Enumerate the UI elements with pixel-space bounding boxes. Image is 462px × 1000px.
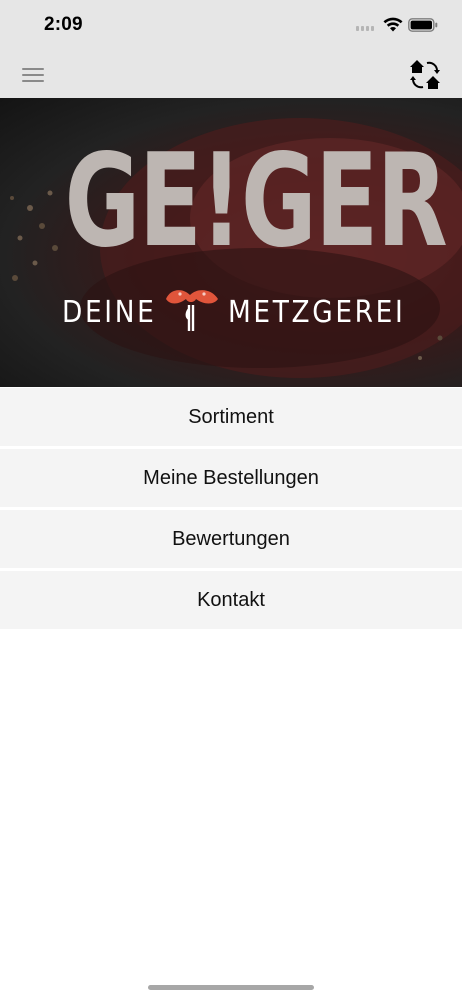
navigation-bar <box>0 50 462 98</box>
menu-item-sortiment[interactable]: Sortiment <box>0 388 462 449</box>
status-time: 2:09 <box>44 14 83 35</box>
hero-banner: GE!GER DEINE METZGEREI <box>0 98 462 387</box>
hamburger-menu-icon[interactable] <box>22 66 46 84</box>
home-indicator[interactable] <box>148 985 314 990</box>
menu-item-bewertungen[interactable]: Bewertungen <box>0 510 462 571</box>
battery-icon <box>408 18 438 32</box>
tagline-right: METZGEREI <box>228 295 406 330</box>
cellular-signal-icon <box>356 26 376 32</box>
brand-logo-text: GE!GER <box>64 127 448 276</box>
brand-tagline: DEINE METZGEREI <box>0 291 462 331</box>
status-bar: 2:09 <box>0 0 462 50</box>
switch-store-icon[interactable] <box>408 58 442 92</box>
menu-item-meine-bestellungen[interactable]: Meine Bestellungen <box>0 449 462 510</box>
wifi-icon <box>383 17 403 32</box>
main-menu-list: Sortiment Meine Bestellungen Bewertungen… <box>0 388 462 632</box>
tagline-left: DEINE <box>62 295 157 330</box>
menu-item-kontakt[interactable]: Kontakt <box>0 571 462 632</box>
